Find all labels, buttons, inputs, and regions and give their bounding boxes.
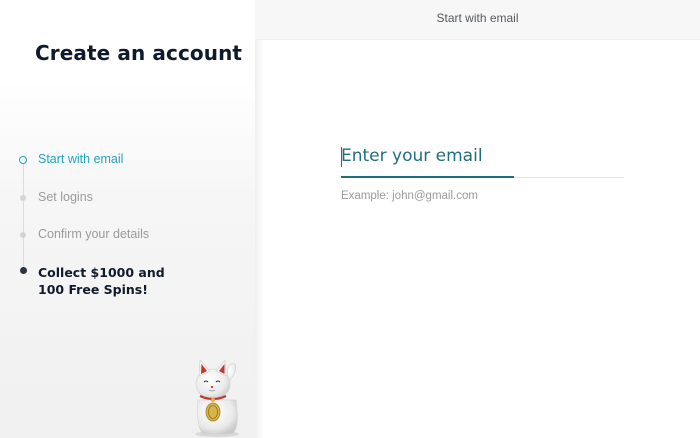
step-start-with-email: Start with email: [38, 152, 124, 166]
email-field-focus-underline: [341, 176, 514, 178]
step-header: Start with email: [255, 0, 700, 40]
step-pending-indicator-icon: [20, 232, 26, 238]
email-field[interactable]: [341, 140, 624, 178]
step-final-indicator-icon: [20, 267, 27, 274]
panel-divider-shadow: [255, 0, 265, 438]
step-set-logins: Set logins: [38, 190, 93, 204]
page-title: Create an account: [35, 41, 243, 65]
lucky-cat-icon: [195, 359, 239, 437]
step-header-title: Start with email: [436, 11, 519, 25]
step-pending-indicator-icon: [20, 195, 26, 201]
step-active-indicator-icon: [19, 156, 27, 164]
text-caret: [341, 147, 342, 167]
steps-connector: [22, 162, 24, 272]
step-confirm-details: Confirm your details: [38, 227, 150, 241]
email-field-hint: Example: john@gmail.com: [341, 190, 478, 202]
sidebar: Create an account Start with email Set l…: [0, 0, 255, 438]
step-collect-bonus: Collect $1000 and 100 Free Spins!: [38, 265, 165, 297]
